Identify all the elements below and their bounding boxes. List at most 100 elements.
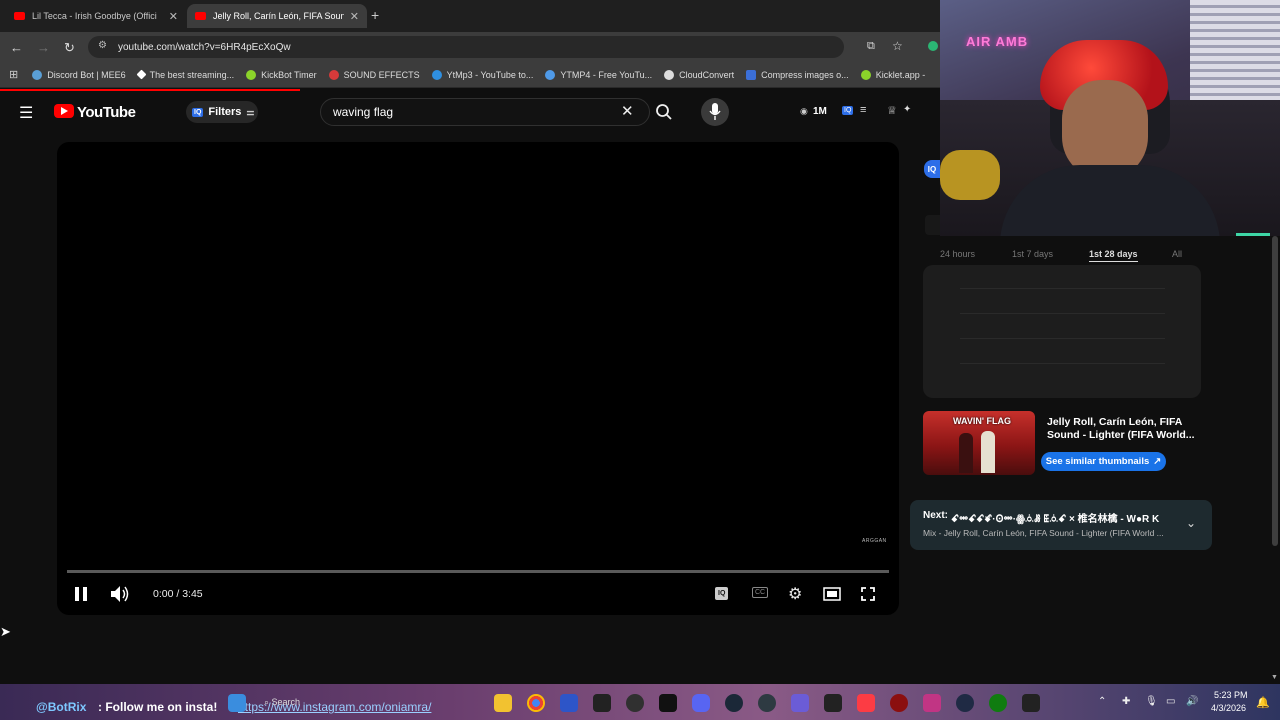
captions-button[interactable]: CC xyxy=(752,587,769,598)
theater-mode-icon[interactable] xyxy=(823,587,841,601)
bookmark-cloudconvert[interactable]: CloudConvert xyxy=(664,69,734,80)
scroll-down-arrow-icon[interactable]: ▼ xyxy=(1271,674,1278,681)
back-arrow-icon[interactable]: ← xyxy=(10,40,23,55)
thumbnail-title: WAVIN' FLAG xyxy=(953,416,1011,426)
bookmark-kicklet[interactable]: Kicklet.app - xyxy=(860,69,925,80)
forward-arrow-icon[interactable]: → xyxy=(37,40,50,55)
filters-button[interactable]: IQ Filters ⚌ xyxy=(186,101,258,123)
discord-icon[interactable] xyxy=(692,694,710,712)
search-input[interactable]: waving flag xyxy=(333,105,393,119)
filters-label: Filters xyxy=(208,106,242,118)
network-icon[interactable]: ▭ xyxy=(1166,696,1175,707)
gridline xyxy=(960,313,1165,314)
browser-tab-jelly-roll[interactable]: Jelly Roll, Carín León, FIFA Soun ✕ xyxy=(187,4,367,28)
microphone-tray-icon[interactable]: 🎙 xyxy=(1145,696,1158,707)
tray-app-icon[interactable]: ✚ xyxy=(1122,696,1130,707)
epic-games-icon[interactable] xyxy=(659,694,677,712)
iq-player-button[interactable]: IQ xyxy=(715,587,729,600)
speaker-icon[interactable]: 🔊 xyxy=(1186,696,1198,707)
next-up-card[interactable]: Next: ꗃꗮꗃꗃꗄ·Ꙩꗮ·ꙮꗝꗡ ꗍꗝꗃ × 椎名林檎 - W●R K Mi… xyxy=(910,500,1212,550)
apple-music-icon[interactable] xyxy=(857,694,875,712)
iq-side-badge[interactable]: IQ xyxy=(924,160,940,178)
list-icon[interactable]: ≡ xyxy=(860,104,866,116)
light-bar xyxy=(1236,233,1270,236)
v-app-icon[interactable] xyxy=(560,694,578,712)
file-explorer-icon[interactable] xyxy=(494,694,512,712)
bookmark-icon xyxy=(328,69,339,80)
trophy-icon[interactable]: ♕ xyxy=(887,104,897,117)
bookmark-ytmp3[interactable]: YtMp3 - YouTube to... xyxy=(431,69,533,80)
extension-icon[interactable] xyxy=(928,41,938,51)
windows-start-icon[interactable] xyxy=(228,694,246,712)
close-tab-icon[interactable]: ✕ xyxy=(350,10,359,23)
thumbnail-video-title[interactable]: Jelly Roll, Carín León, FIFA Sound - Lig… xyxy=(1047,416,1197,442)
video-thumbnail[interactable]: WAVIN' FLAG xyxy=(923,411,1035,475)
bookmark-streaming[interactable]: The best streaming... xyxy=(136,70,234,80)
settings-gear-icon[interactable]: ⚙ xyxy=(788,584,802,604)
app-icon[interactable] xyxy=(791,694,809,712)
notification-bell-icon[interactable]: 🔔 xyxy=(1256,696,1270,709)
volume-icon[interactable] xyxy=(110,585,130,603)
bookmark-mee6[interactable]: Discord Bot | MEE6 xyxy=(32,69,126,80)
figure-shape xyxy=(959,433,973,473)
youtube-play-triangle-icon xyxy=(61,107,68,115)
search-icon[interactable] xyxy=(655,103,673,121)
bookmark-sound-effects[interactable]: SOUND EFFECTS xyxy=(328,69,420,80)
microphone-icon xyxy=(709,103,721,120)
next-subtitle: Mix - Jelly Roll, Carín León, FIFA Sound… xyxy=(923,528,1164,538)
youtube-logo-text[interactable]: YouTube xyxy=(77,104,136,121)
gridline xyxy=(960,288,1165,289)
iq-badge[interactable]: IQ xyxy=(842,106,854,115)
url-field[interactable]: ⚙ youtube.com/watch?v=6HR4pEcXoQw xyxy=(88,36,844,58)
pause-icon[interactable] xyxy=(75,587,88,601)
bookmark-kickbot[interactable]: KickBot Timer xyxy=(246,69,317,80)
clock-time[interactable]: 5:23 PM xyxy=(1214,690,1248,700)
browser-tab-lil-tecca[interactable]: Lil Tecca - Irish Goodbye (Offici ✕ xyxy=(6,4,186,28)
search-box[interactable]: waving flag xyxy=(320,98,650,126)
clock-date[interactable]: 4/3/2026 xyxy=(1211,703,1246,713)
capcut-icon[interactable] xyxy=(593,694,611,712)
apps-grid-icon[interactable]: ⊞ xyxy=(9,68,18,81)
reload-icon[interactable]: ↻ xyxy=(64,40,75,56)
chevron-down-icon[interactable]: ⌄ xyxy=(1186,516,1196,530)
neon-sign: AIR AMB xyxy=(966,34,1029,49)
site-info-icon[interactable]: ⚙ xyxy=(98,40,107,51)
app-icon[interactable] xyxy=(890,694,908,712)
url-text: youtube.com/watch?v=6HR4pEcXoQw xyxy=(118,41,291,53)
filter-28-days[interactable]: 1st 28 days xyxy=(1089,249,1138,262)
filter-all[interactable]: All xyxy=(1172,249,1182,259)
bookmark-ytmp4[interactable]: YTMP4 - Free YouTu... xyxy=(545,69,652,80)
filter-24-hours[interactable]: 24 hours xyxy=(940,249,975,259)
clear-search-icon[interactable]: ✕ xyxy=(621,102,634,120)
camera-app-icon[interactable] xyxy=(824,694,842,712)
streaming-app-icon[interactable] xyxy=(923,694,941,712)
new-tab-button[interactable]: + xyxy=(371,7,379,23)
chrome-icon[interactable] xyxy=(527,694,545,712)
eye-icon: ◉ xyxy=(800,106,808,116)
filter-7-days[interactable]: 1st 7 days xyxy=(1012,249,1053,259)
install-app-icon[interactable]: ⧉ xyxy=(867,40,875,53)
see-similar-thumbnails-button[interactable]: See similar thumbnails ↗ xyxy=(1041,452,1166,471)
taskbar-search[interactable]: ⌕ Search xyxy=(264,697,300,708)
fullscreen-icon[interactable] xyxy=(861,587,875,601)
page-load-progress xyxy=(0,89,300,91)
seek-bar[interactable] xyxy=(67,570,889,573)
scrollbar-thumb[interactable] xyxy=(1272,236,1278,546)
close-tab-icon[interactable]: ✕ xyxy=(169,10,178,23)
xbox-icon[interactable] xyxy=(989,694,1007,712)
show-hidden-icons-chevron-icon[interactable]: ⌃ xyxy=(1098,696,1106,707)
steam-icon[interactable] xyxy=(725,694,743,712)
bookmark-compress-images[interactable]: Compress images o... xyxy=(746,69,849,80)
youtube-favicon-icon xyxy=(14,12,25,20)
tab-title: Lil Tecca - Irish Goodbye (Offici xyxy=(32,11,157,21)
app-icon[interactable] xyxy=(758,694,776,712)
bookmark-star-icon[interactable]: ☆ xyxy=(892,39,903,53)
capcut-icon[interactable] xyxy=(1022,694,1040,712)
cursor-app-icon[interactable] xyxy=(956,694,974,712)
plush xyxy=(940,150,1000,200)
sparkle-icon[interactable]: ✦ xyxy=(903,104,911,115)
voice-search-button[interactable] xyxy=(701,98,729,126)
video-player[interactable] xyxy=(57,142,899,615)
hamburger-menu-icon[interactable]: ☰ xyxy=(19,103,33,123)
obs-icon[interactable] xyxy=(626,694,644,712)
